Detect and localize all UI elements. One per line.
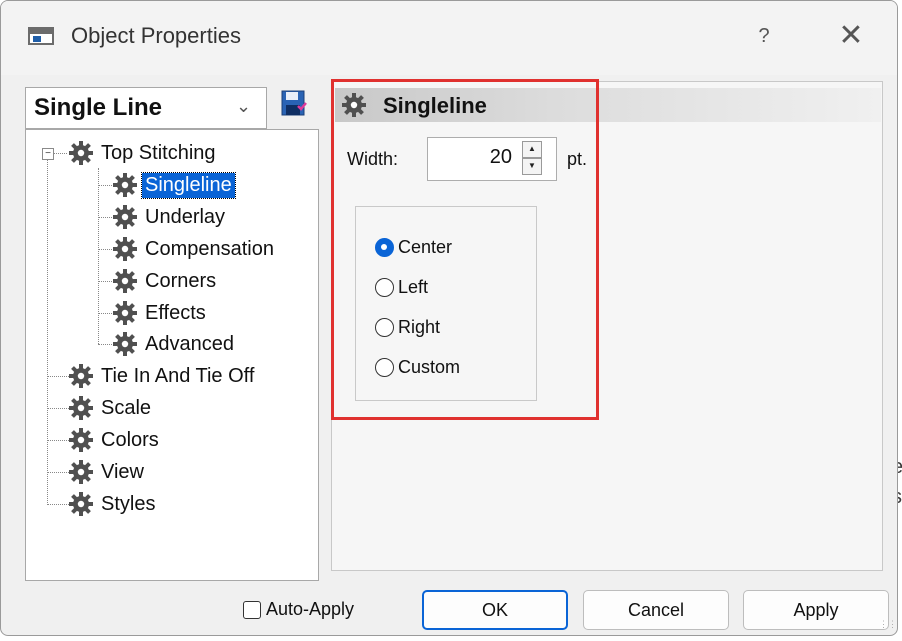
tree-item-advanced[interactable]: Advanced: [112, 329, 237, 359]
tree-item-view[interactable]: View: [68, 457, 147, 487]
tree-item-singleline[interactable]: Singleline: [112, 170, 236, 200]
object-type-value: Single Line: [34, 94, 163, 121]
apply-button[interactable]: Apply: [743, 590, 889, 630]
properties-tree[interactable]: − Top Stitching Singleline Underlay Comp…: [25, 129, 319, 581]
tree-item-label: Compensation: [145, 237, 274, 260]
tree-item-label: Advanced: [145, 332, 234, 355]
tree-connector: [47, 440, 69, 441]
chevron-down-icon: ⌄: [236, 96, 252, 116]
tree-connector: [98, 185, 112, 186]
gear-icon: [68, 491, 94, 517]
auto-apply-label: Auto-Apply: [266, 599, 355, 619]
tree-item-colors[interactable]: Colors: [68, 425, 162, 455]
cancel-button[interactable]: Cancel: [583, 590, 729, 630]
window-icon: [28, 27, 54, 45]
help-button[interactable]: ?: [749, 21, 779, 51]
tree-item-label: Singleline: [141, 171, 236, 199]
tree-item-label: Scale: [101, 396, 152, 419]
title-bar[interactable]: Object Properties ? ✕: [1, 1, 897, 75]
tree-connector: [98, 249, 112, 250]
object-type-dropdown[interactable]: Single Line ⌄: [25, 87, 267, 129]
resize-grip-icon[interactable]: ⋮⋮: [879, 619, 897, 631]
gear-icon: [68, 395, 94, 421]
window-title: Object Properties: [71, 23, 241, 48]
auto-apply-checkbox[interactable]: Auto-Apply: [243, 599, 354, 620]
tree-connector: [98, 281, 112, 282]
gear-icon: [68, 427, 94, 453]
tree-item-compensation[interactable]: Compensation: [112, 234, 277, 264]
object-properties-dialog: Object Properties ? ✕ Single Line ⌄ − To…: [0, 0, 898, 636]
tree-item-scale[interactable]: Scale: [68, 393, 154, 423]
tree-item-label: Styles: [101, 492, 156, 515]
tree-item-label: Corners: [145, 269, 217, 292]
tree-item-label: Colors: [101, 428, 159, 451]
tree-connector: [98, 313, 112, 314]
gear-icon: [112, 331, 138, 357]
tree-connector: [98, 344, 112, 345]
tree-item-tie-in-and-tie-off[interactable]: Tie In And Tie Off: [68, 361, 257, 391]
gear-icon: [68, 459, 94, 485]
tree-item-label: Effects: [145, 301, 206, 324]
tree-connector: [98, 217, 112, 218]
tree-item-styles[interactable]: Styles: [68, 489, 158, 519]
tree-connector: [47, 504, 69, 505]
tree-item-label: Tie In And Tie Off: [101, 364, 255, 387]
save-properties-icon[interactable]: [281, 89, 307, 119]
tree-connector: [47, 472, 69, 473]
ok-button[interactable]: OK: [422, 590, 568, 630]
gear-icon: [68, 363, 94, 389]
gear-icon: [112, 236, 138, 262]
gear-icon: [112, 268, 138, 294]
gear-icon: [112, 300, 138, 326]
tree-item-label: Top Stitching: [101, 141, 216, 164]
tree-item-label: View: [101, 460, 144, 483]
gear-icon: [68, 140, 94, 166]
tree-connector: [53, 153, 67, 154]
close-button[interactable]: ✕: [833, 19, 869, 53]
tree-item-label: Underlay: [145, 205, 226, 228]
gear-icon: [112, 172, 138, 198]
tree-item-effects[interactable]: Effects: [112, 298, 209, 328]
tree-item-underlay[interactable]: Underlay: [112, 202, 228, 232]
tree-connector: [47, 376, 69, 377]
tree-connector: [47, 159, 48, 505]
collapse-icon[interactable]: −: [42, 148, 54, 160]
tree-connector: [98, 168, 99, 344]
tree-item-top-stitching[interactable]: Top Stitching: [68, 138, 219, 168]
checkbox-icon: [243, 600, 261, 619]
gear-icon: [112, 204, 138, 230]
tree-item-corners[interactable]: Corners: [112, 266, 219, 296]
highlight-box: [331, 79, 599, 420]
tree-connector: [47, 408, 69, 409]
